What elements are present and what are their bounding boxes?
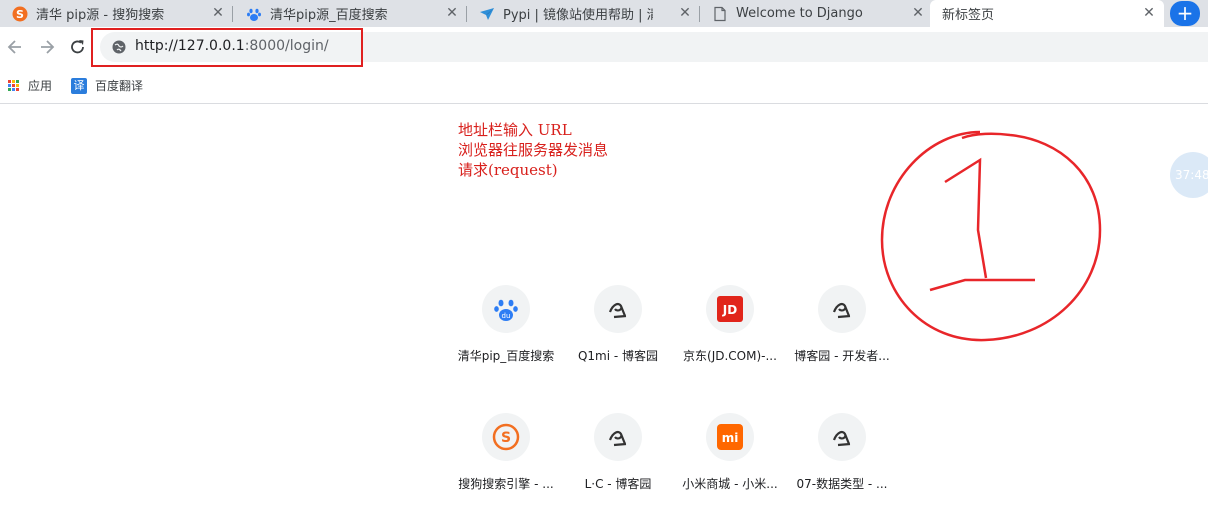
close-icon[interactable]: ✕ xyxy=(678,6,692,20)
bookmarks-bar: 应用 译 百度翻译 xyxy=(0,67,1208,104)
tab-title: Welcome to Django xyxy=(736,6,863,21)
close-icon[interactable]: ✕ xyxy=(445,6,459,20)
close-icon[interactable]: ✕ xyxy=(911,6,925,20)
floating-clock-widget[interactable]: 37:48 xyxy=(1170,152,1208,198)
close-icon[interactable]: ✕ xyxy=(1142,6,1156,20)
cnblogs-icon xyxy=(594,413,642,461)
shortcut-label: 07-数据类型 - ... xyxy=(796,477,888,491)
tab-strip: S 清华 pip源 - 搜狗搜索 ✕ 清华pip源_百度搜索 ✕ Pypi | … xyxy=(0,0,1208,27)
shortcut-tile[interactable]: mi 小米商城 - 小米... xyxy=(675,413,785,492)
tab-title: 清华pip源_百度搜索 xyxy=(270,8,388,23)
baidu-icon: du xyxy=(482,285,530,333)
bookmark-label: 百度翻译 xyxy=(95,79,144,93)
sogou-icon: S xyxy=(482,413,530,461)
note-line: 请求(request) xyxy=(458,161,558,179)
cnblogs-icon xyxy=(594,285,642,333)
back-arrow-icon[interactable] xyxy=(5,37,25,57)
shortcut-tile[interactable]: Q1mi - 博客园 xyxy=(563,285,673,364)
tab-django-welcome[interactable]: Welcome to Django ✕ xyxy=(700,0,933,27)
shortcut-label: 清华pip_百度搜索 xyxy=(457,349,555,363)
reload-icon[interactable] xyxy=(68,37,88,57)
shortcut-label: 小米商城 - 小米... xyxy=(682,477,778,491)
cnblogs-icon xyxy=(818,413,866,461)
tab-sogou-search[interactable]: S 清华 pip源 - 搜狗搜索 ✕ xyxy=(0,0,233,27)
svg-text:JD: JD xyxy=(722,303,737,317)
tab-title: 清华 pip源 - 搜狗搜索 xyxy=(36,8,165,23)
tab-baidu-search[interactable]: 清华pip源_百度搜索 ✕ xyxy=(234,0,467,27)
shortcut-tile[interactable]: L·C - 博客园 xyxy=(563,413,673,492)
shortcut-tile[interactable]: JD 京东(JD.COM)-... xyxy=(675,285,785,364)
circled-number-annotation xyxy=(880,130,1102,342)
note-line: 浏览器往服务器发消息 xyxy=(458,141,609,159)
shortcut-tile[interactable]: S 搜狗搜索引擎 - ... xyxy=(451,413,561,492)
translate-icon: 译 xyxy=(71,77,87,94)
tab-separator xyxy=(232,6,233,22)
tab-new-tab[interactable]: 新标签页 ✕ xyxy=(930,0,1164,27)
apps-grid-icon xyxy=(8,79,20,92)
cnblogs-icon xyxy=(818,285,866,333)
note-line: 地址栏输入 URL xyxy=(458,121,572,139)
shortcut-tile[interactable]: 博客园 - 开发者... xyxy=(787,285,897,364)
jd-icon: JD xyxy=(706,285,754,333)
shortcut-tile[interactable]: du 清华pip_百度搜索 xyxy=(451,285,561,364)
shortcut-label: 搜狗搜索引擎 - ... xyxy=(458,477,554,491)
shortcut-label: L·C - 博客园 xyxy=(584,477,652,491)
tab-tuna-pypi[interactable]: Pypi | 镜像站使用帮助 | 清华大 ✕ xyxy=(467,0,700,27)
svg-text:mi: mi xyxy=(722,431,739,445)
bookmark-label: 应用 xyxy=(28,79,53,93)
tab-title: 新标签页 xyxy=(942,8,995,23)
sogou-icon: S xyxy=(12,6,28,21)
tab-title: Pypi | 镜像站使用帮助 | 清华大 xyxy=(503,8,653,23)
shortcut-label: 京东(JD.COM)-... xyxy=(683,349,777,363)
document-icon xyxy=(714,6,726,21)
shortcut-tile[interactable]: 07-数据类型 - ... xyxy=(787,413,897,492)
close-icon[interactable]: ✕ xyxy=(211,6,225,20)
svg-text:S: S xyxy=(501,430,511,446)
baidu-paw-icon xyxy=(247,8,261,21)
shortcut-label: Q1mi - 博客园 xyxy=(577,349,659,363)
bookmark-apps[interactable]: 应用 xyxy=(8,77,52,94)
tsinghua-icon xyxy=(480,7,494,20)
new-tab-button[interactable]: + xyxy=(1170,1,1200,26)
mi-icon: mi xyxy=(706,413,754,461)
forward-arrow-icon[interactable] xyxy=(37,37,57,57)
svg-text:du: du xyxy=(502,312,511,320)
address-highlight-box xyxy=(91,28,363,67)
svg-text:S: S xyxy=(16,8,24,21)
annotation-note: 地址栏输入 URL 浏览器往服务器发消息 请求(request) xyxy=(458,120,608,180)
bookmark-baidu-fanyi[interactable]: 译 百度翻译 xyxy=(71,77,143,94)
shortcut-label: 博客园 - 开发者... xyxy=(794,349,890,363)
